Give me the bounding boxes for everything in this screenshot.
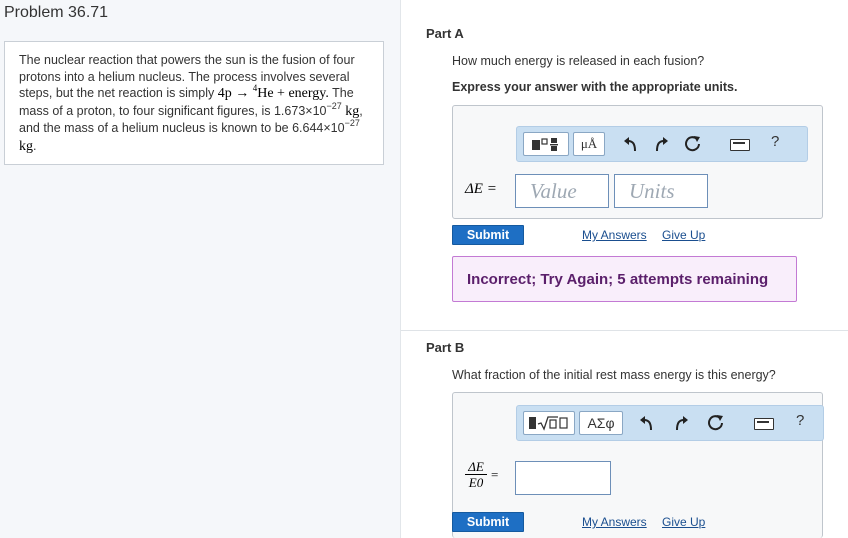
reaction-rhs: He + energy. [257, 86, 329, 101]
fraction-numerator: ΔE [465, 460, 487, 475]
part-b-title: Part B [426, 340, 465, 355]
helium-mass-value: 6.644×10 [292, 121, 345, 135]
sqrt-template-button[interactable] [523, 411, 575, 435]
units-input[interactable]: Units [614, 174, 708, 208]
template-button[interactable] [523, 132, 569, 156]
part-b-question: What fraction of the initial rest mass e… [452, 368, 776, 382]
fraction-input[interactable] [515, 461, 611, 495]
units-button[interactable]: μÅ [573, 132, 605, 156]
parts-panel: Part A How much energy is released in ea… [401, 0, 848, 538]
part-a-answer-box: μÅ ? ΔE = Value Units [452, 105, 823, 219]
helium-mass-unit: kg [19, 138, 33, 154]
undo-icon[interactable] [637, 413, 657, 433]
proton-mass-unit: kg [341, 103, 360, 119]
part-b-give-up-link[interactable]: Give Up [662, 515, 705, 529]
part-a-title: Part A [426, 26, 464, 41]
fraction-denominator: E0 [468, 475, 484, 490]
part-b-submit-button[interactable]: Submit [452, 512, 524, 532]
helium-mass-exponent: −27 [344, 118, 360, 128]
part-b-my-answers-link[interactable]: My Answers [582, 515, 647, 529]
problem-text-4: . [33, 138, 37, 153]
undo-icon[interactable] [621, 134, 641, 154]
problem-title: Problem 36.71 [4, 4, 109, 21]
help-button[interactable]: ? [771, 133, 779, 150]
help-button[interactable]: ? [796, 412, 804, 429]
helium-mass-number: 4 [252, 83, 258, 93]
part-divider [401, 330, 848, 331]
keyboard-icon[interactable] [754, 418, 774, 430]
problem-panel: Problem 36.71 The nuclear reaction that … [0, 0, 401, 538]
part-a-feedback: Incorrect; Try Again; 5 attempts remaini… [452, 256, 797, 302]
part-b-toolbar: ΑΣφ ? [516, 405, 824, 441]
part-a-my-answers-link[interactable]: My Answers [582, 228, 647, 242]
part-a-submit-button[interactable]: Submit [452, 225, 524, 245]
reset-icon[interactable] [683, 134, 703, 154]
delta-e-label: ΔE = [465, 181, 497, 197]
problem-statement: The nuclear reaction that powers the sun… [4, 41, 384, 165]
keyboard-icon[interactable] [730, 139, 750, 151]
part-a-toolbar: μÅ ? [516, 126, 808, 162]
value-input[interactable]: Value [515, 174, 609, 208]
redo-icon[interactable] [671, 413, 691, 433]
template-icon [532, 138, 558, 151]
sqrt-icon [529, 416, 568, 431]
equals-sign: = [491, 467, 499, 482]
part-a-give-up-link[interactable]: Give Up [662, 228, 705, 242]
fraction-label: ΔE E0 [465, 460, 487, 490]
part-a-instruction: Express your answer with the appropriate… [452, 80, 738, 94]
proton-mass-value: 1.673×10 [273, 103, 327, 118]
part-a-question: How much energy is released in each fusi… [452, 54, 705, 68]
greek-button[interactable]: ΑΣφ [579, 411, 623, 435]
reaction-lhs: 4p → [217, 86, 253, 101]
redo-icon[interactable] [651, 134, 671, 154]
reset-icon[interactable] [706, 413, 726, 433]
proton-mass-exponent: −27 [326, 100, 342, 111]
